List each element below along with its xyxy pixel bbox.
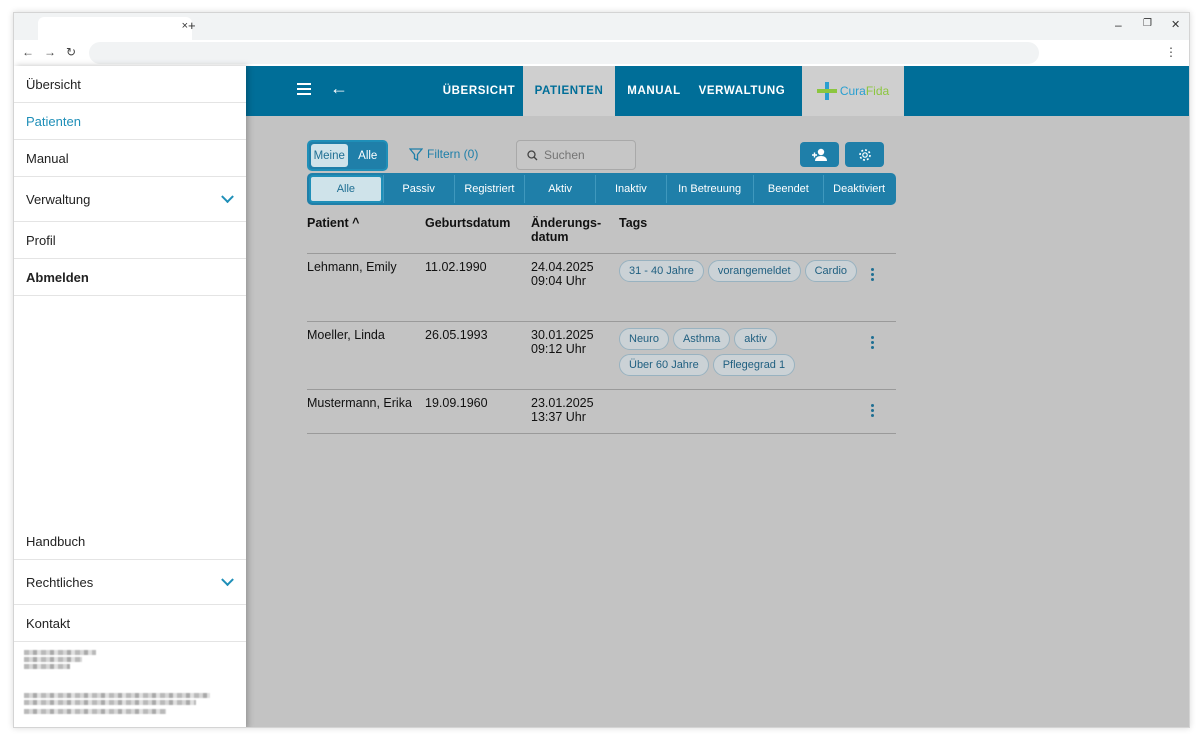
status-filter-tabs: Alle Passiv Registriert Aktiv Inaktiv In…	[307, 173, 896, 205]
table-row[interactable]: Moeller, Linda 26.05.1993 30.01.2025 09:1…	[307, 322, 896, 390]
tag: Cardio	[804, 260, 858, 282]
row-menu-icon[interactable]	[871, 336, 874, 351]
settings-button[interactable]	[845, 142, 884, 167]
chevron-down-icon	[221, 573, 234, 587]
url-input[interactable]	[89, 42, 1039, 64]
table-row[interactable]: Mustermann, Erika 19.09.1960 23.01.2025 1…	[307, 390, 896, 434]
tag: aktiv	[734, 328, 777, 350]
drawer-item-verwaltung[interactable]: Verwaltung	[14, 177, 246, 222]
browser-window: × + – ❐ ✕ ← → ↻ ⋮ ← ÜBERSICHT PATIENTEN …	[13, 12, 1190, 728]
birthdate: 19.09.1960	[425, 396, 488, 410]
patient-name: Lehmann, Emily	[307, 260, 397, 274]
drawer-item-manual[interactable]: Manual	[14, 140, 246, 177]
tag: 31 - 40 Jahre	[619, 260, 704, 282]
tab-patienten[interactable]: PATIENTEN	[523, 66, 615, 116]
add-patient-button[interactable]	[800, 142, 839, 167]
changed-date: 30.01.2025 09:12 Uhr	[531, 328, 594, 356]
table-row[interactable]: Lehmann, Emily 11.02.1990 24.04.2025 09:0…	[307, 254, 896, 322]
drawer-item-handbuch[interactable]: Handbuch	[14, 523, 246, 560]
birthdate: 11.02.1990	[425, 260, 487, 274]
drawer-item-rechtliches[interactable]: Rechtliches	[14, 560, 246, 605]
chevron-down-icon	[221, 190, 234, 204]
close-window-icon[interactable]: ✕	[1171, 18, 1180, 31]
tag: Über 60 Jahre	[619, 354, 709, 376]
drawer-item-uebersicht[interactable]: Übersicht	[14, 66, 246, 103]
drawer-item-profil[interactable]: Profil	[14, 222, 246, 259]
status-tab-in-betreuung[interactable]: In Betreuung	[665, 175, 753, 203]
tag: vorangemeldet	[707, 260, 801, 282]
filter-label: Filtern (0)	[427, 147, 479, 161]
side-drawer: Übersicht Patienten Manual Verwaltung Pr…	[14, 66, 246, 727]
tab-strip: × + – ❐ ✕	[14, 13, 1189, 40]
drawer-item-kontakt[interactable]: Kontakt	[14, 605, 246, 642]
status-tab-deaktiviert[interactable]: Deaktiviert	[823, 175, 894, 203]
tab-uebersicht[interactable]: ÜBERSICHT	[432, 66, 526, 116]
birthdate: 26.05.1993	[425, 328, 488, 342]
new-tab-icon[interactable]: +	[188, 18, 196, 33]
browser-menu-icon[interactable]: ⋮	[1165, 45, 1177, 59]
browser-tab[interactable]: ×	[38, 17, 192, 40]
changed-date: 23.01.2025 13:37 Uhr	[531, 396, 594, 424]
header-patient[interactable]: Patient ^	[307, 216, 359, 230]
logo-text: CuraFida	[839, 84, 890, 98]
toggle-alle[interactable]: Alle	[350, 142, 387, 169]
back-arrow-icon[interactable]: ←	[330, 78, 348, 99]
table-header: Patient ^ Geburtsdatum Änderungs-datum T…	[307, 214, 896, 254]
row-menu-icon[interactable]	[871, 268, 874, 283]
status-tab-registriert[interactable]: Registriert	[453, 175, 525, 203]
minimize-icon[interactable]: –	[1115, 18, 1122, 32]
header-changed-date[interactable]: Änderungs-datum	[531, 216, 611, 244]
hamburger-menu-icon[interactable]	[297, 83, 311, 95]
restore-icon[interactable]: ❐	[1143, 18, 1152, 29]
tag: Neuro	[619, 328, 669, 350]
reload-icon[interactable]: ↻	[66, 45, 76, 59]
tag-list: Neuro Asthma aktiv Über 60 Jahre Pflegeg…	[619, 328, 859, 376]
add-person-icon	[811, 148, 827, 161]
status-tab-aktiv[interactable]: Aktiv	[524, 175, 595, 203]
status-tab-passiv[interactable]: Passiv	[382, 175, 454, 203]
tab-verwaltung[interactable]: VERWALTUNG	[693, 66, 791, 116]
back-icon[interactable]: ←	[22, 45, 34, 59]
tag: Asthma	[672, 328, 731, 350]
forward-icon[interactable]: →	[44, 45, 56, 59]
row-menu-icon[interactable]	[871, 404, 874, 419]
tag-list: 31 - 40 Jahre vorangemeldet Cardio	[619, 260, 859, 282]
tag: Pflegegrad 1	[712, 354, 796, 376]
search-field[interactable]	[516, 140, 636, 170]
cross-logo-icon	[816, 82, 837, 100]
gear-icon	[858, 148, 871, 161]
search-icon	[527, 149, 538, 160]
tab-manual[interactable]: MANUAL	[615, 66, 693, 116]
header-birthdate[interactable]: Geburtsdatum	[425, 216, 510, 230]
status-tab-inaktiv[interactable]: Inaktiv	[595, 175, 666, 203]
toggle-meine[interactable]: Meine	[311, 144, 348, 167]
patient-table: Patient ^ Geburtsdatum Änderungs-datum T…	[307, 214, 896, 434]
search-input[interactable]	[544, 148, 624, 162]
status-tab-beendet[interactable]: Beendet	[752, 175, 824, 203]
status-tab-alle[interactable]: Alle	[309, 175, 383, 203]
filter-button[interactable]: Filtern (0)	[409, 147, 478, 161]
address-bar: ← → ↻ ⋮	[14, 40, 1189, 66]
patient-name: Moeller, Linda	[307, 328, 385, 342]
sort-ascending-icon: ^	[352, 216, 360, 230]
filter-icon	[409, 147, 423, 161]
scope-toggle: Meine Alle	[307, 140, 388, 171]
patient-name: Mustermann, Erika	[307, 396, 412, 410]
drawer-item-abmelden[interactable]: Abmelden	[14, 259, 246, 296]
drawer-item-patienten[interactable]: Patienten	[14, 103, 246, 140]
header-tags: Tags	[619, 216, 648, 230]
changed-date: 24.04.2025 09:04 Uhr	[531, 260, 594, 288]
curafida-logo[interactable]: CuraFida	[802, 66, 904, 116]
page-viewport: ← ÜBERSICHT PATIENTEN MANUAL VERWALTUNG …	[14, 66, 1189, 727]
